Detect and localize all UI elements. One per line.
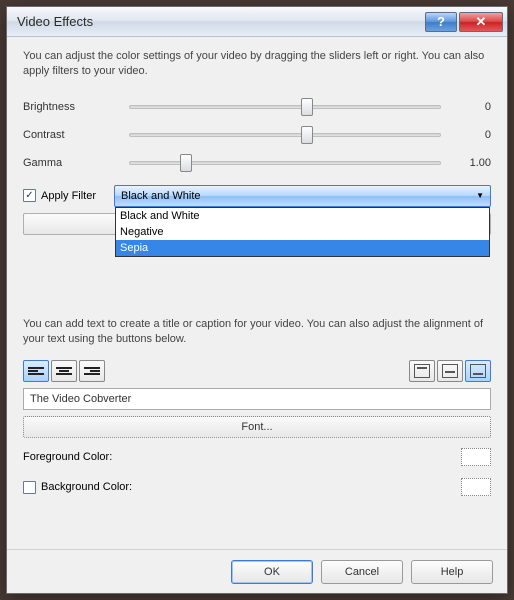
gamma-label: Gamma bbox=[23, 157, 121, 169]
help-button[interactable]: Help bbox=[411, 560, 493, 584]
apply-filter-checkbox[interactable]: ✓ bbox=[23, 189, 36, 202]
dialog-content: You can adjust the color settings of you… bbox=[7, 37, 507, 549]
window-title: Video Effects bbox=[17, 14, 423, 29]
brightness-row: Brightness 0 bbox=[23, 93, 491, 121]
contrast-value: 0 bbox=[449, 129, 491, 141]
foreground-color-swatch[interactable] bbox=[461, 448, 491, 466]
brightness-slider[interactable] bbox=[129, 105, 441, 109]
valign-bottom-button[interactable] bbox=[465, 360, 491, 382]
brightness-value: 0 bbox=[449, 101, 491, 113]
align-right-button[interactable] bbox=[79, 360, 105, 382]
contrast-slider[interactable] bbox=[129, 133, 441, 137]
alignment-row bbox=[23, 360, 491, 382]
contrast-label: Contrast bbox=[23, 129, 121, 141]
brightness-label: Brightness bbox=[23, 101, 121, 113]
gamma-row: Gamma 1.00 bbox=[23, 149, 491, 177]
titlebar[interactable]: Video Effects ? ✕ bbox=[7, 7, 507, 37]
foreground-color-row: Foreground Color: bbox=[23, 446, 491, 468]
chevron-down-icon: ▼ bbox=[476, 191, 484, 200]
background-color-checkbox[interactable] bbox=[23, 481, 36, 494]
close-icon[interactable]: ✕ bbox=[459, 12, 503, 32]
valign-top-button[interactable] bbox=[409, 360, 435, 382]
apply-filter-label: Apply Filter bbox=[41, 190, 96, 202]
font-button[interactable]: Font... bbox=[23, 416, 491, 438]
filter-option[interactable]: Black and White bbox=[116, 208, 489, 224]
help-icon[interactable]: ? bbox=[425, 12, 457, 32]
text-section: You can add text to create a title or ca… bbox=[23, 317, 491, 499]
contrast-row: Contrast 0 bbox=[23, 121, 491, 149]
slider-thumb-icon[interactable] bbox=[301, 126, 313, 144]
filter-selected-value: Black and White bbox=[121, 190, 200, 202]
background-color-label: Background Color: bbox=[41, 481, 132, 493]
filter-option[interactable]: Negative bbox=[116, 224, 489, 240]
background-color-swatch[interactable] bbox=[461, 478, 491, 496]
valign-middle-button[interactable] bbox=[437, 360, 463, 382]
slider-thumb-icon[interactable] bbox=[180, 154, 192, 172]
dialog-button-bar: OK Cancel Help bbox=[7, 549, 507, 593]
align-center-button[interactable] bbox=[51, 360, 77, 382]
text-description: You can add text to create a title or ca… bbox=[23, 317, 491, 347]
filter-option[interactable]: Sepia bbox=[116, 240, 489, 256]
gamma-value: 1.00 bbox=[449, 157, 491, 169]
foreground-color-label: Foreground Color: bbox=[23, 451, 112, 463]
apply-filter-row: ✓ Apply Filter Black and White ▼ Black a… bbox=[23, 185, 491, 207]
align-left-button[interactable] bbox=[23, 360, 49, 382]
ok-button[interactable]: OK bbox=[231, 560, 313, 584]
background-color-row: Background Color: bbox=[23, 476, 491, 498]
slider-thumb-icon[interactable] bbox=[301, 98, 313, 116]
gamma-slider[interactable] bbox=[129, 161, 441, 165]
video-effects-dialog: Video Effects ? ✕ You can adjust the col… bbox=[6, 6, 508, 594]
filter-dropdown-list[interactable]: Black and White Negative Sepia bbox=[115, 207, 490, 257]
cancel-button[interactable]: Cancel bbox=[321, 560, 403, 584]
caption-text-input[interactable] bbox=[23, 388, 491, 410]
filter-combobox[interactable]: Black and White ▼ Black and White Negati… bbox=[114, 185, 491, 207]
color-settings-description: You can adjust the color settings of you… bbox=[23, 49, 491, 79]
